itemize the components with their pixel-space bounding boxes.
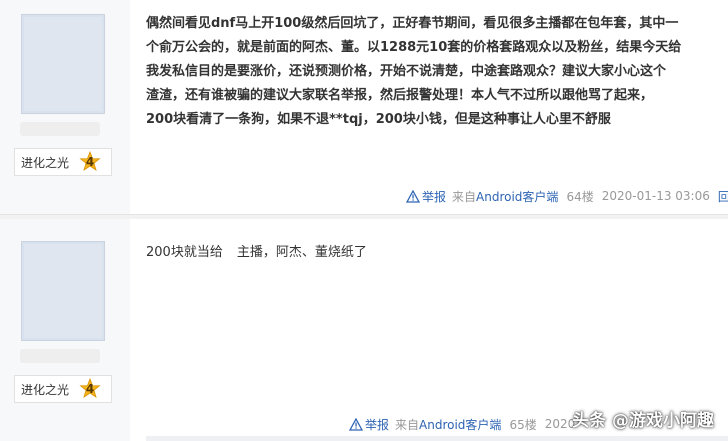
post-source: 来自Android客户端 xyxy=(452,188,558,205)
warning-icon xyxy=(406,189,420,203)
report-label: 举报 xyxy=(365,417,390,432)
user-sidebar: 进化之光 4 xyxy=(0,0,130,215)
content-line: 200块看清了一条狗，如果不退**tqj，200块小钱，但是这种事让人心里不舒服 xyxy=(146,112,611,127)
level-name: 进化之光 xyxy=(21,155,70,170)
post-content: 偶然间看见dnf马上开100级然后回坑了，正好春节期间，看见很多主播都在包年套，… xyxy=(146,12,716,132)
floor-number: 65楼 xyxy=(509,417,537,432)
source-link[interactable]: Android客户端 xyxy=(419,418,501,432)
content-part: 200块就当给 xyxy=(146,245,223,260)
content-line: 我发私信目的是要涨价，还说预测价格，开始不说清楚，中途套路观众？建议大家小心这个 xyxy=(146,64,667,79)
report-label: 举报 xyxy=(422,189,447,204)
level-star-icon: 4 xyxy=(79,151,101,173)
floor-number: 64楼 xyxy=(566,189,594,204)
source-link[interactable]: Android客户端 xyxy=(476,190,558,204)
post-meta: 举报 来自Android客户端 64楼 2020-01-13 03:06 回复 xyxy=(406,186,728,206)
reply-box-edge xyxy=(146,436,728,441)
post-64: 进化之光 4 偶然间看见dnf马上开100级然后回坑了，正好春节期间，看见很多主… xyxy=(0,0,728,215)
level-star-icon: 4 xyxy=(79,378,101,400)
source-prefix: 来自 xyxy=(452,189,477,204)
username-blurred[interactable] xyxy=(20,349,100,363)
post-meta: 举报 来自Android客户端 65楼 2020 xyxy=(349,414,583,434)
content-line: 渣渣，还有谁被骗的建议大家联名举报，然后报警处理！本人气不过所以跟他骂了起来， xyxy=(146,88,654,103)
username-blurred[interactable] xyxy=(20,122,100,136)
level-badge[interactable]: 进化之光 4 xyxy=(14,148,112,176)
source-prefix: 来自 xyxy=(395,417,420,432)
content-part: 主播，阿杰、董烧纸了 xyxy=(236,245,367,260)
avatar[interactable] xyxy=(21,14,105,114)
warning-icon xyxy=(349,417,363,431)
reply-button[interactable]: 回复 xyxy=(718,188,728,205)
report-button[interactable]: 举报 xyxy=(349,416,389,433)
report-button[interactable]: 举报 xyxy=(406,188,446,205)
level-badge[interactable]: 进化之光 4 xyxy=(14,375,112,403)
post-time: 2020-01-13 03:06 xyxy=(601,189,710,203)
content-line: 个俞万公会的，就是前面的阿杰、董。以1288元10套的价格套路观众以及粉丝，结果… xyxy=(146,40,682,55)
content-line: 偶然间看见dnf马上开100级然后回坑了，正好春节期间，看见很多主播都在包年套，… xyxy=(146,16,679,31)
post-time: 2020 xyxy=(544,417,576,431)
post-source: 来自Android客户端 xyxy=(395,416,501,433)
content-line: 200块就当给 主播，阿杰、董烧纸了 xyxy=(146,241,716,265)
watermark: 头条 @游戏小阿趣 xyxy=(572,411,714,431)
level-name: 进化之光 xyxy=(21,382,70,397)
post-content: 200块就当给 主播，阿杰、董烧纸了 xyxy=(146,241,716,265)
level-number: 4 xyxy=(85,382,95,396)
level-number: 4 xyxy=(85,155,95,169)
user-sidebar: 进化之光 4 xyxy=(0,219,130,441)
avatar[interactable] xyxy=(21,241,105,341)
